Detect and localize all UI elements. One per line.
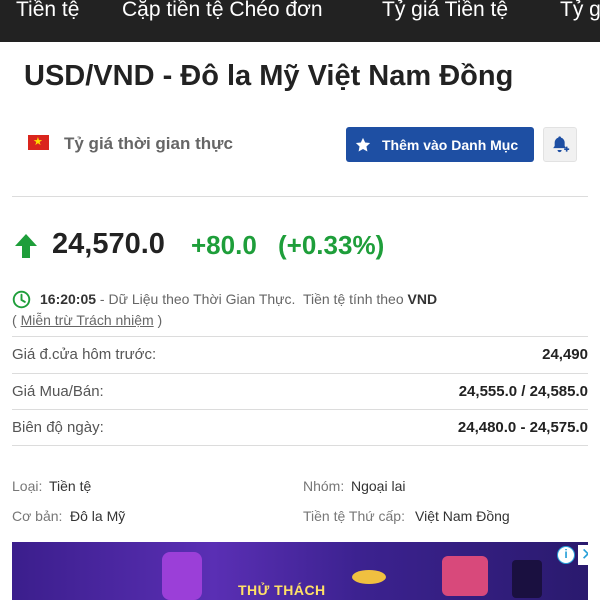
divider: [12, 336, 588, 337]
clock-icon: [12, 290, 31, 309]
prev-close-label: Giá đ.cửa hôm trước:: [12, 346, 157, 363]
page-title: USD/VND - Đô la Mỹ Việt Nam Đồng: [24, 60, 514, 92]
realtime-label: Tỷ giá thời gian thực: [64, 134, 233, 153]
add-to-watchlist-button[interactable]: Thêm vào Danh Mục: [346, 127, 534, 162]
create-alert-button[interactable]: [543, 127, 577, 162]
ad-banner[interactable]: THỬ THÁCH i ✕: [12, 542, 588, 600]
disclaimer-close: ): [153, 312, 163, 328]
bell-plus-icon: [553, 135, 570, 152]
ad-graphic: [162, 552, 202, 600]
ad-graphic: [442, 556, 488, 596]
disclaimer-link[interactable]: Miễn trừ Trách nhiệm: [21, 312, 154, 328]
quote-currency-key: Tiền tệ Thứ cấp:: [303, 508, 405, 524]
ad-graphic: [512, 560, 542, 598]
group-value: Ngoại lai: [351, 478, 406, 494]
bid-ask-value: 24,555.0 / 24,585.0: [458, 383, 588, 400]
price-change: +80.0: [191, 230, 257, 260]
divider: [12, 445, 588, 446]
quote-time: 16:20:05: [40, 291, 97, 307]
last-price: 24,570.0: [52, 228, 165, 260]
nav-item-exchange-rates[interactable]: Tỷ giá Tiền tệ: [382, 0, 508, 24]
base-currency-key: Cơ bản:: [12, 508, 63, 524]
disclaimer-row: ( Miễn trừ Trách nhiệm ): [12, 312, 162, 328]
ad-headline: THỬ THÁCH: [238, 582, 326, 598]
disclaimer-open: (: [12, 312, 21, 328]
info-icon[interactable]: i: [557, 546, 575, 564]
star-icon: [355, 137, 371, 151]
ad-graphic: [352, 570, 386, 584]
realtime-status: 16:20:05 - Dữ Liệu theo Thời Gian Thực. …: [40, 291, 437, 307]
type-key: Loại:: [12, 478, 43, 494]
divider: [12, 196, 588, 197]
nav-item-currencies[interactable]: Tiền tệ: [16, 0, 79, 24]
bid-ask-label: Giá Mua/Bán:: [12, 383, 104, 400]
close-icon[interactable]: ✕: [578, 545, 588, 565]
quote-currency: VND: [407, 291, 438, 307]
prev-close-value: 24,490: [542, 346, 588, 363]
base-currency-value[interactable]: Đô la Mỹ: [70, 508, 125, 524]
nav-item-single-cross[interactable]: Cặp tiền tệ Chéo đơn: [122, 0, 323, 24]
nav-item-more[interactable]: Tỷ g: [560, 0, 600, 24]
realtime-status-text: - Dữ Liệu theo Thời Gian Thực. Tiền tệ t…: [96, 291, 408, 307]
day-range-value: 24,480.0 - 24,575.0: [457, 419, 588, 436]
type-value: Tiền tệ: [49, 478, 92, 494]
day-range-label: Biên độ ngày:: [12, 419, 104, 436]
up-arrow-icon: [15, 234, 37, 258]
top-nav: Tiền tệ Cặp tiền tệ Chéo đơn Tỷ giá Tiền…: [0, 0, 600, 42]
add-to-watchlist-label: Thêm vào Danh Mục: [382, 136, 519, 153]
quote-currency-value[interactable]: Việt Nam Đồng: [415, 508, 510, 524]
divider: [12, 409, 588, 410]
group-key: Nhóm:: [303, 478, 345, 494]
price-change-percent: (+0.33%): [278, 230, 385, 260]
vietnam-flag-icon: ★: [28, 135, 49, 150]
divider: [12, 373, 588, 374]
